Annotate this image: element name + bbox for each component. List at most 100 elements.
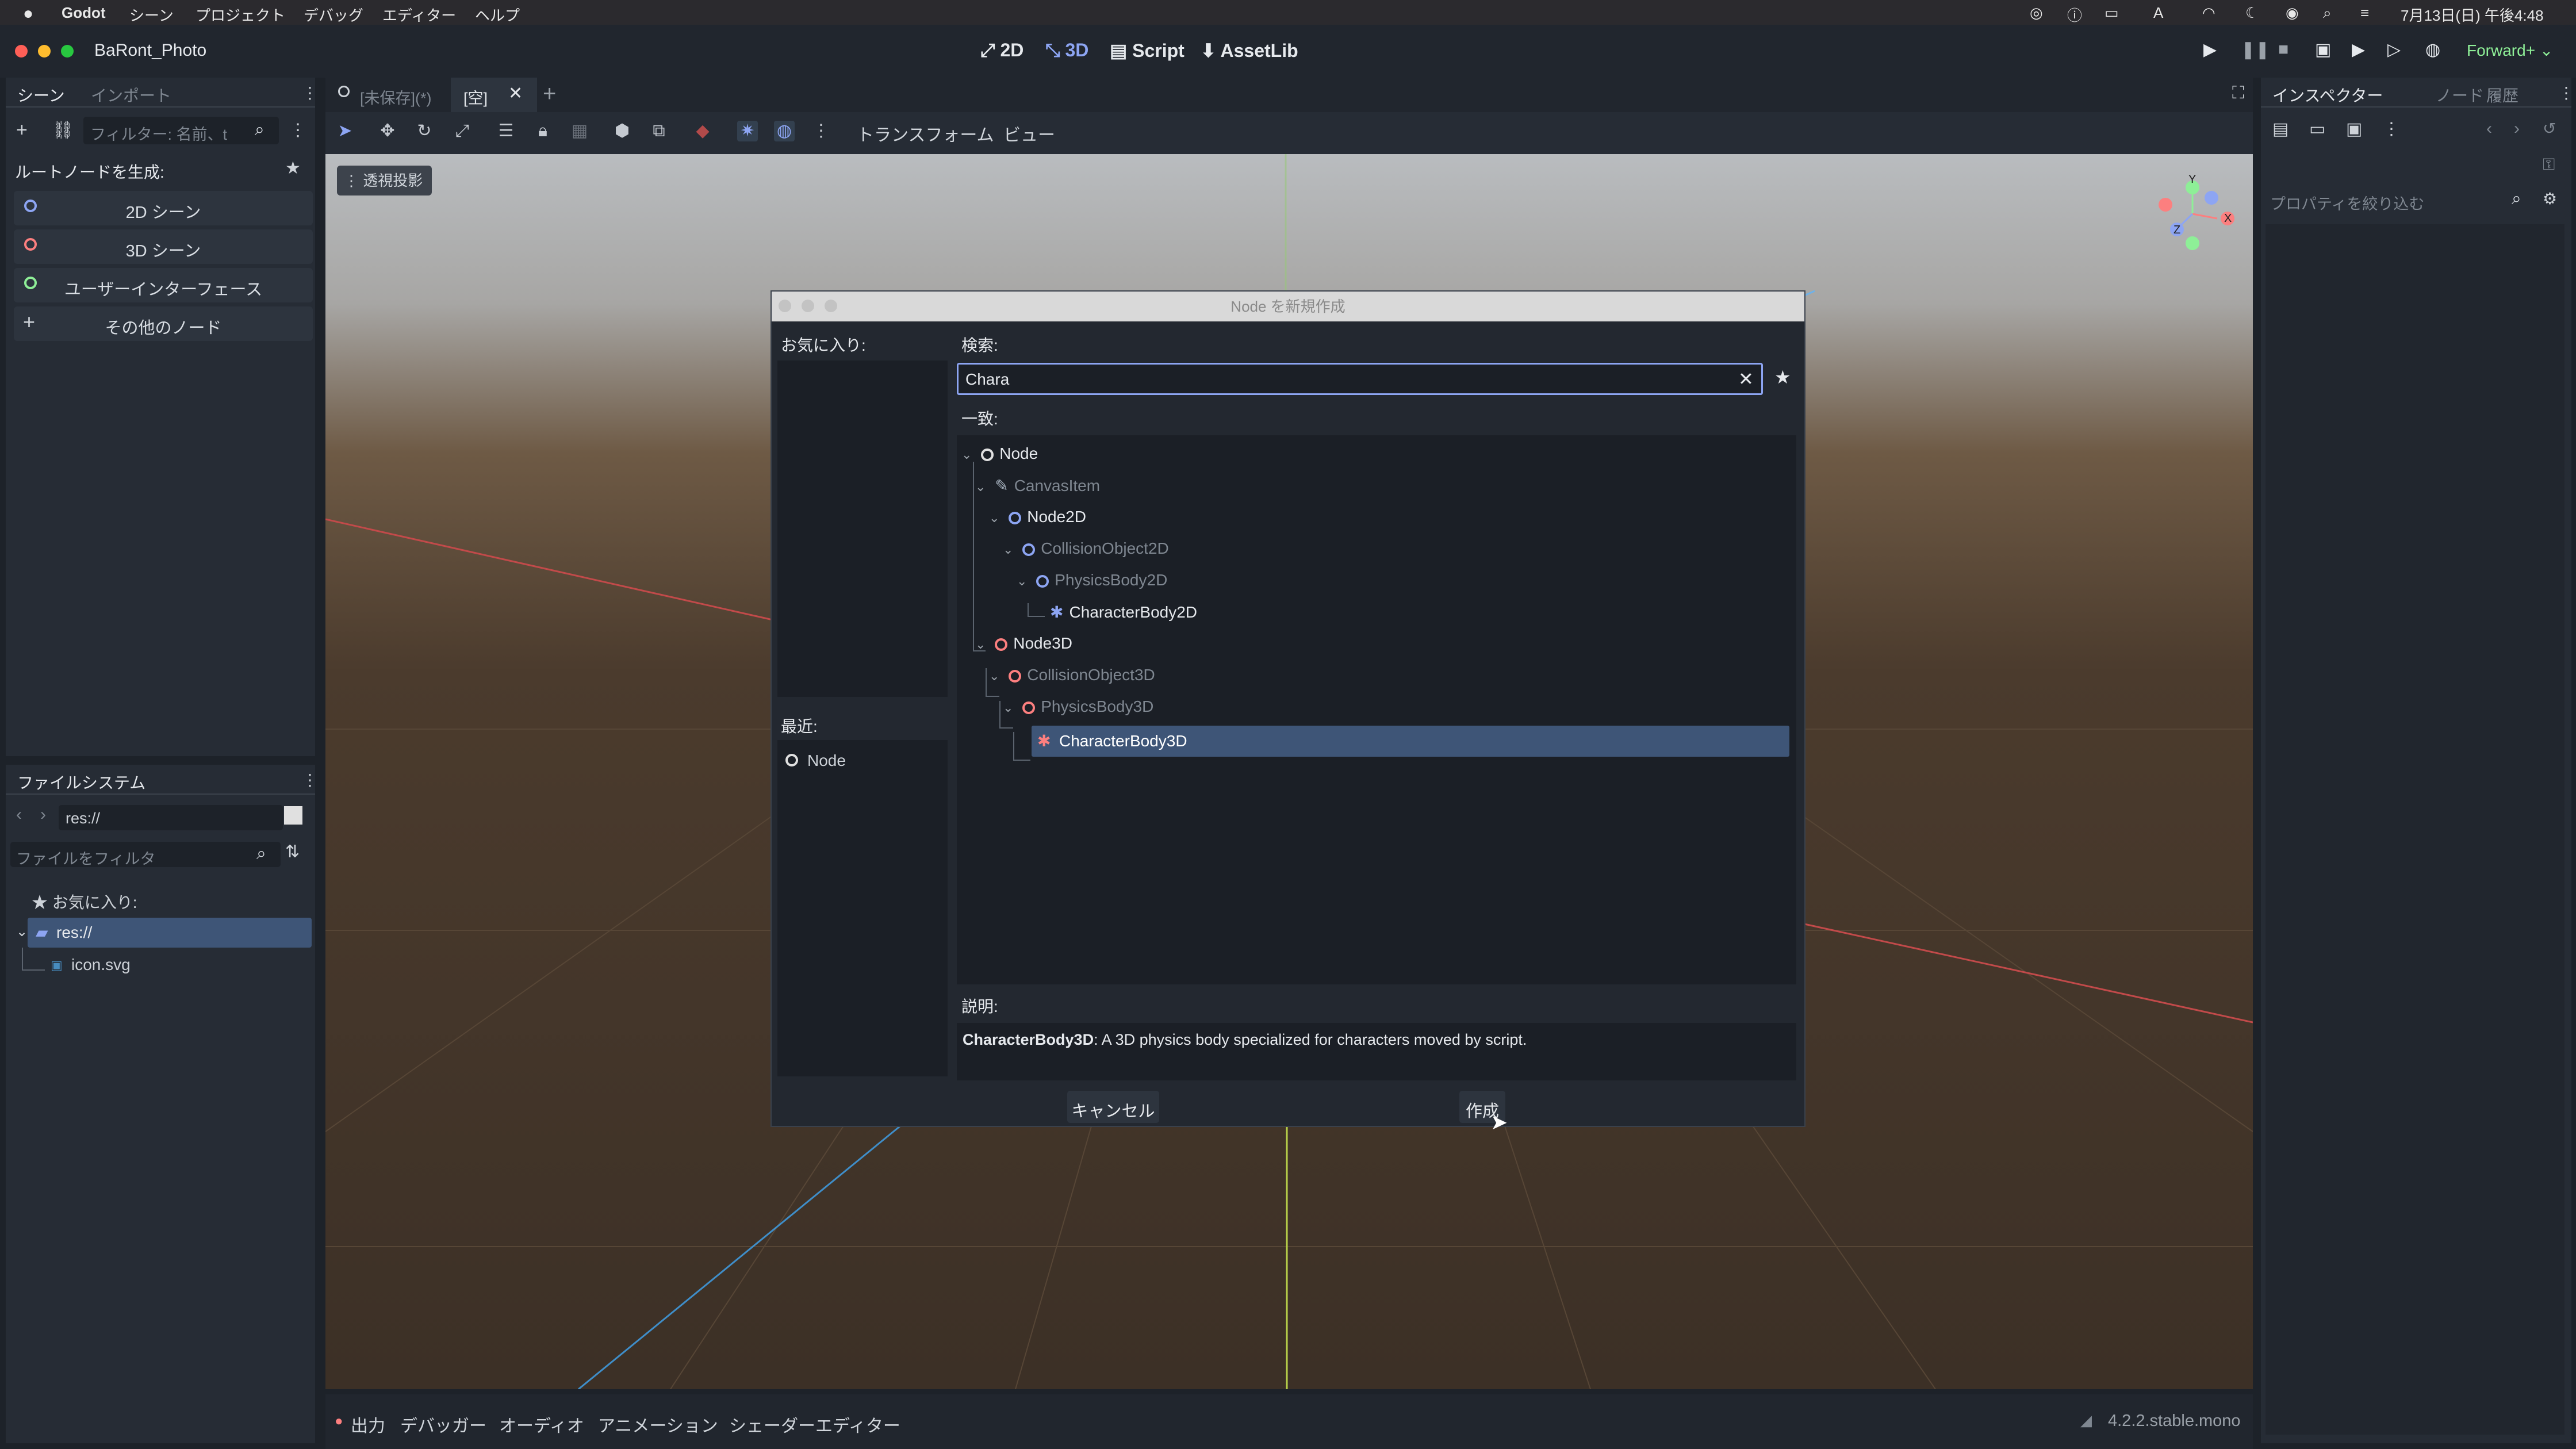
apple-icon[interactable]: ● [23,4,33,24]
next-icon[interactable]: › [2514,119,2520,139]
wifi-icon[interactable]: ◠ [2202,4,2215,22]
tree-item-characterbody2d[interactable]: ✱ CharacterBody2D [1050,603,1197,622]
pause-button[interactable]: ❚❚ [2241,40,2270,60]
property-settings-icon[interactable]: ⚙ [2543,189,2557,208]
chevron-down-icon[interactable]: ⌄ [975,637,986,651]
chevron-down-icon[interactable]: ⌄ [1017,574,1027,588]
view-menu[interactable]: ビュー [1003,121,1055,146]
user-icon[interactable]: ◉ [2286,4,2299,22]
menu-help[interactable]: ヘルプ [475,4,520,25]
app-menu[interactable]: Godot [62,4,106,22]
sun-toggle-icon[interactable]: ✷ [737,121,758,141]
recent-item[interactable]: Node [777,747,948,773]
tree-item-collisionobject3d[interactable]: ⌄ CollisionObject3D [989,666,1155,684]
chevron-down-icon[interactable]: ⌄ [16,923,28,940]
previous-icon[interactable]: ‹ [2486,119,2492,139]
fs-path-field[interactable]: res:// [59,805,283,830]
clear-search-icon[interactable]: ✕ [1738,368,1754,390]
menu-scene[interactable]: シーン [129,4,174,25]
sort-icon[interactable]: ⇅ [285,842,300,862]
tree-item-physicsbody2d[interactable]: ⌄ PhysicsBody2D [1017,571,1167,589]
use-local-space-icon[interactable]: ⬢ [612,121,632,141]
file-item[interactable]: icon.svg [71,956,131,974]
info-icon[interactable]: ⓘ [2067,4,2082,25]
favorite-star-icon[interactable]: ★ [285,158,301,178]
more-options-icon[interactable]: ⋮ [811,121,831,141]
tab-scene[interactable]: シーン [17,83,65,106]
dialog-close-button[interactable] [779,300,791,312]
tab-output[interactable]: 出力 [351,1412,385,1437]
environment-toggle-icon[interactable]: ◍ [774,121,795,141]
tab-unsaved[interactable]: [未保存](*) [325,78,446,112]
lock-icon[interactable]: 🔒︎ [532,121,553,141]
create-3d-scene-button[interactable]: 3D シーン [14,229,313,264]
object-properties-icon[interactable]: ⚿ [2543,155,2555,174]
tree-item-node3d[interactable]: ⌄ Node3D [975,634,1072,653]
menu-project[interactable]: プロジェクト [195,4,285,25]
chevron-down-icon[interactable]: ⌄ [1003,542,1013,557]
scene-filter-input[interactable]: フィルター: 名前、t ⌕ [83,117,279,144]
movie-maker-icon[interactable]: ◍ [2425,40,2440,60]
stop-button[interactable]: ■ [2278,40,2288,59]
history-icon[interactable]: ↺ [2543,119,2556,138]
tree-item-characterbody3d[interactable]: ✱ CharacterBody3D [1032,726,1789,757]
mode-2d-button[interactable]: ⤢ 2D [980,40,1023,62]
control-center-icon[interactable]: ≡ [2360,4,2369,22]
zoom-window-button[interactable] [61,45,74,57]
headphones-icon[interactable]: ◎ [2030,4,2043,22]
dialog-minimize-button[interactable] [802,300,814,312]
tab-inspector[interactable]: インスペクター [2272,83,2383,106]
other-node-button[interactable]: + その他のノード [14,306,313,341]
fs-menu-icon[interactable]: ⋮ [302,770,318,789]
group-icon[interactable]: ▦ [569,121,590,141]
file-filter-input[interactable]: ファイルをフィルタ ⌕ [10,842,281,868]
snap-icon[interactable]: ⧉ [649,121,669,141]
focus-icon[interactable]: ☾ [2245,4,2259,22]
instance-scene-icon[interactable]: ⛓ [52,120,74,140]
renderer-select[interactable]: Forward+ ⌄ [2467,41,2553,60]
tree-item-collisionobject2d[interactable]: ⌄ CollisionObject2D [1003,539,1169,558]
recent-list[interactable]: Node [777,740,948,1076]
dialog-zoom-button[interactable] [825,300,837,312]
back-icon[interactable]: ‹ [16,805,22,825]
select-tool-icon[interactable]: ➤ [335,121,355,141]
tree-item-physicsbody3d[interactable]: ⌄ PhysicsBody3D [1003,697,1153,716]
forward-icon[interactable]: › [40,805,46,825]
clock[interactable]: 7月13日(日) 午後4:48 [2401,4,2544,25]
battery-icon[interactable]: ▭ [2104,4,2119,22]
create-2d-scene-button[interactable]: 2D シーン [14,191,313,225]
resource-options-icon[interactable]: ⋮ [2383,119,2400,139]
favorites-folder[interactable]: ★ お気に入り: [32,890,137,913]
spotlight-icon[interactable]: ⌕ [2323,4,2332,22]
node-search-input[interactable]: Chara ✕ [957,363,1763,395]
menu-debug[interactable]: デバッグ [304,4,363,25]
tab-empty[interactable]: [空] ✕ [451,78,537,112]
transform-menu[interactable]: トランスフォーム [857,121,994,146]
move-tool-icon[interactable]: ✥ [377,121,398,141]
tab-shader-editor[interactable]: シェーダーエディター [729,1412,900,1437]
tab-import[interactable]: インポート [91,83,171,106]
menu-editor[interactable]: エディター [382,4,456,25]
tab-animation[interactable]: アニメーション [598,1412,718,1437]
mode-script-button[interactable]: ▤ Script [1110,40,1184,62]
dock-menu-icon[interactable]: ⋮ [302,83,318,102]
minimize-window-button[interactable] [38,45,51,57]
chevron-down-icon[interactable]: ⌄ [989,669,999,683]
inspector-menu-icon[interactable]: ⋮ [2558,83,2574,102]
save-resource-icon[interactable]: ▣ [2346,119,2362,139]
mode-3d-button[interactable]: ⤡ 3D [1045,40,1088,62]
distraction-free-icon[interactable]: ⛶ [2232,83,2244,103]
create-ui-scene-button[interactable]: ユーザーインターフェース [14,268,313,302]
view-gizmo[interactable]: Y X Z [2159,173,2234,250]
play-custom-button[interactable]: ▷ [2387,40,2401,60]
input-source-icon[interactable]: A [2153,4,2163,22]
scene-options-icon[interactable]: ⋮ [289,120,306,140]
chevron-down-icon[interactable]: ⌄ [961,447,972,462]
split-mode-icon[interactable] [284,806,302,825]
perspective-menu-button[interactable]: ⋮ 透視投影 [337,166,432,195]
tab-history[interactable]: 履歴 [2486,83,2518,106]
open-resource-icon[interactable]: ▭ [2309,119,2325,139]
close-window-button[interactable] [15,45,28,57]
close-tab-icon[interactable]: ✕ [508,83,523,103]
mode-assetlib-button[interactable]: ⬇ AssetLib [1201,40,1298,62]
